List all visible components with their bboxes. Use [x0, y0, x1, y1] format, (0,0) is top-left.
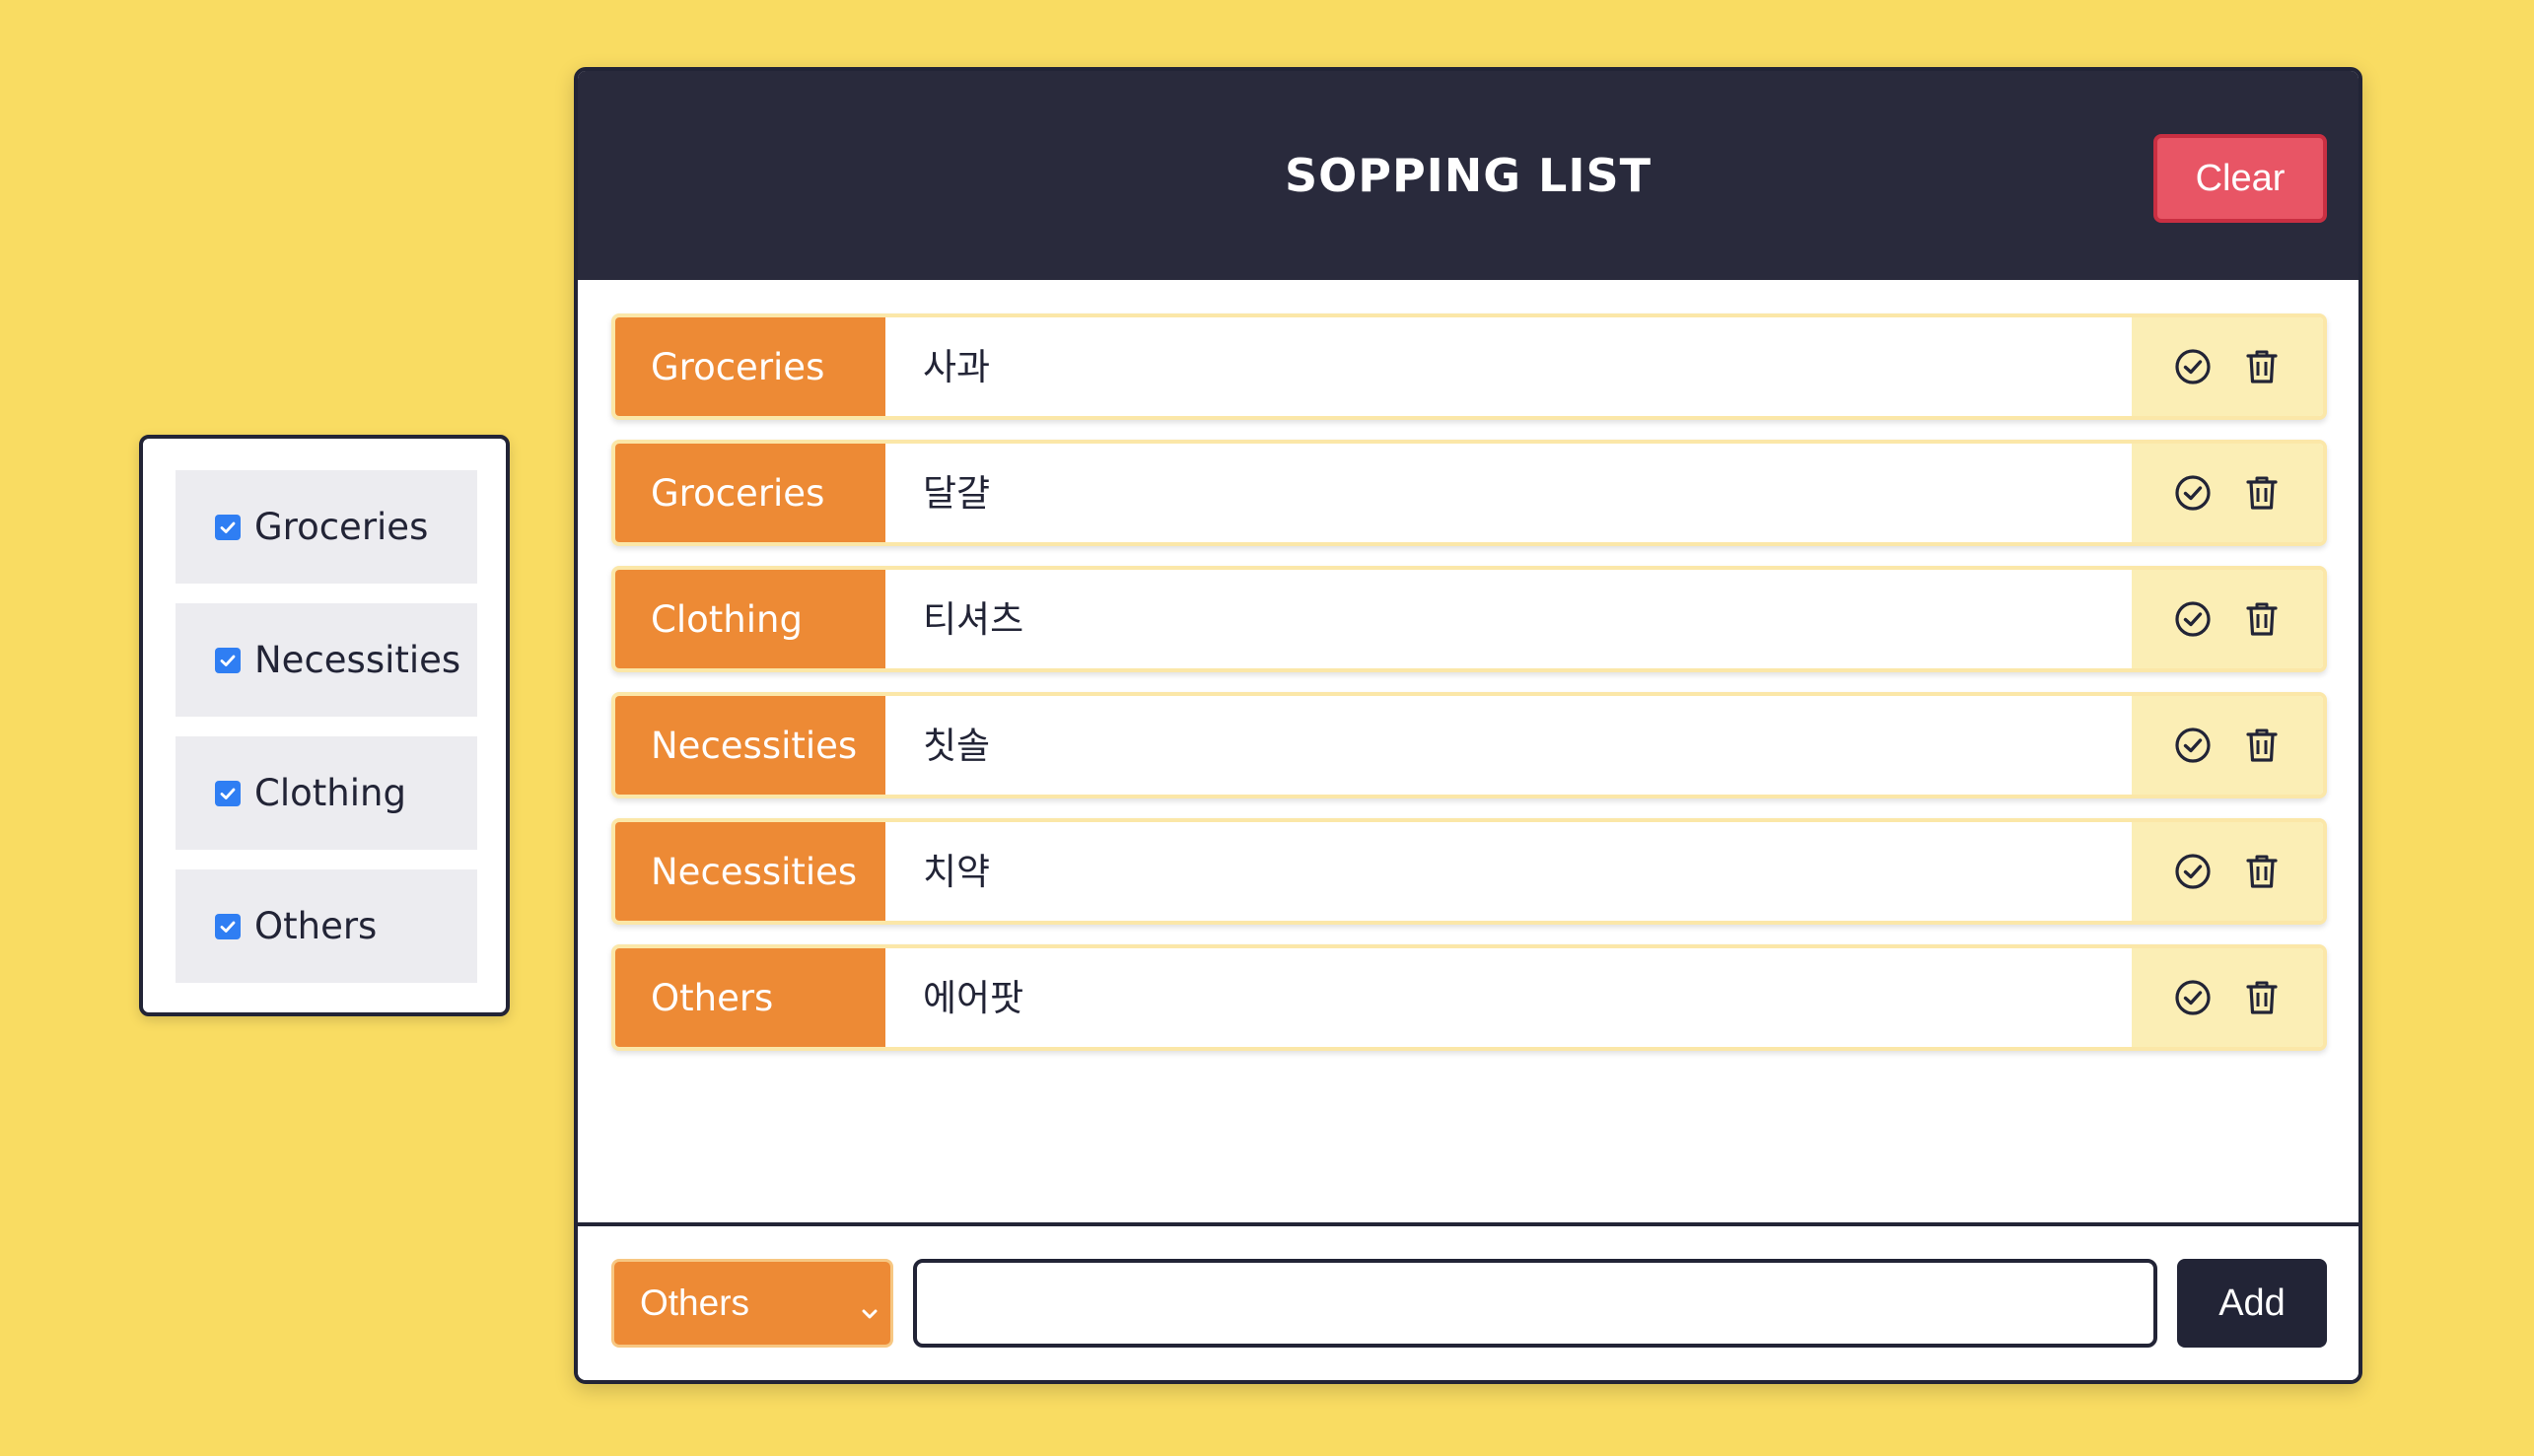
filter-label: Clothing: [254, 772, 406, 814]
item-category-tag: Necessities: [615, 822, 885, 921]
check-circle-icon[interactable]: [2173, 978, 2213, 1017]
add-button[interactable]: Add: [2177, 1259, 2327, 1348]
card-header: SOPPING LIST Clear: [578, 71, 2358, 280]
others-checkbox[interactable]: [215, 913, 241, 939]
item-actions: [2132, 570, 2323, 668]
filter-label: Others: [254, 905, 378, 947]
selected-category: Others: [640, 1283, 750, 1323]
list-item: Clothing 티셔츠: [611, 566, 2327, 672]
filter-item-groceries[interactable]: Groceries: [176, 470, 477, 584]
clear-button[interactable]: Clear: [2153, 134, 2327, 223]
item-name: 치약: [885, 822, 2132, 921]
chevron-down-icon: [859, 1292, 880, 1319]
trash-icon[interactable]: [2242, 473, 2282, 513]
necessities-checkbox[interactable]: [215, 647, 241, 673]
filter-item-others[interactable]: Others: [176, 869, 477, 983]
groceries-checkbox[interactable]: [215, 514, 241, 540]
filter-label: Necessities: [254, 639, 461, 681]
trash-icon[interactable]: [2242, 978, 2282, 1017]
clothing-checkbox[interactable]: [215, 780, 241, 806]
item-category-tag: Others: [615, 948, 885, 1047]
item-name: 칫솔: [885, 696, 2132, 795]
category-filter-panel: Groceries Necessities Clothing Others: [139, 435, 510, 1016]
list-item: Groceries 달걀: [611, 440, 2327, 546]
item-name: 티셔츠: [885, 570, 2132, 668]
item-category-tag: Groceries: [615, 317, 885, 416]
list-item: Others 에어팟: [611, 944, 2327, 1051]
category-select[interactable]: Others: [611, 1259, 893, 1348]
item-list: Groceries 사과 Groceries 달걀 Clothing 티셔츠 N…: [611, 313, 2327, 1071]
list-item: Necessities 칫솔: [611, 692, 2327, 798]
item-category-tag: Clothing: [615, 570, 885, 668]
item-name: 달걀: [885, 444, 2132, 542]
check-circle-icon[interactable]: [2173, 852, 2213, 891]
item-name-input[interactable]: [913, 1259, 2157, 1348]
item-actions: [2132, 948, 2323, 1047]
trash-icon[interactable]: [2242, 347, 2282, 386]
item-actions: [2132, 444, 2323, 542]
trash-icon[interactable]: [2242, 852, 2282, 891]
item-actions: [2132, 317, 2323, 416]
filter-item-clothing[interactable]: Clothing: [176, 736, 477, 850]
page-title: SOPPING LIST: [1285, 149, 1652, 202]
add-item-footer: Others Add: [578, 1222, 2358, 1380]
item-category-tag: Necessities: [615, 696, 885, 795]
item-name: 에어팟: [885, 948, 2132, 1047]
check-circle-icon[interactable]: [2173, 347, 2213, 386]
list-item: Groceries 사과: [611, 313, 2327, 420]
filter-item-necessities[interactable]: Necessities: [176, 603, 477, 717]
item-actions: [2132, 696, 2323, 795]
list-item: Necessities 치약: [611, 818, 2327, 925]
check-circle-icon[interactable]: [2173, 473, 2213, 513]
item-name: 사과: [885, 317, 2132, 416]
item-actions: [2132, 822, 2323, 921]
filter-label: Groceries: [254, 506, 429, 548]
trash-icon[interactable]: [2242, 726, 2282, 765]
trash-icon[interactable]: [2242, 599, 2282, 639]
shopping-list-card: SOPPING LIST Clear Groceries 사과 Grocerie…: [574, 67, 2362, 1384]
item-category-tag: Groceries: [615, 444, 885, 542]
check-circle-icon[interactable]: [2173, 726, 2213, 765]
check-circle-icon[interactable]: [2173, 599, 2213, 639]
